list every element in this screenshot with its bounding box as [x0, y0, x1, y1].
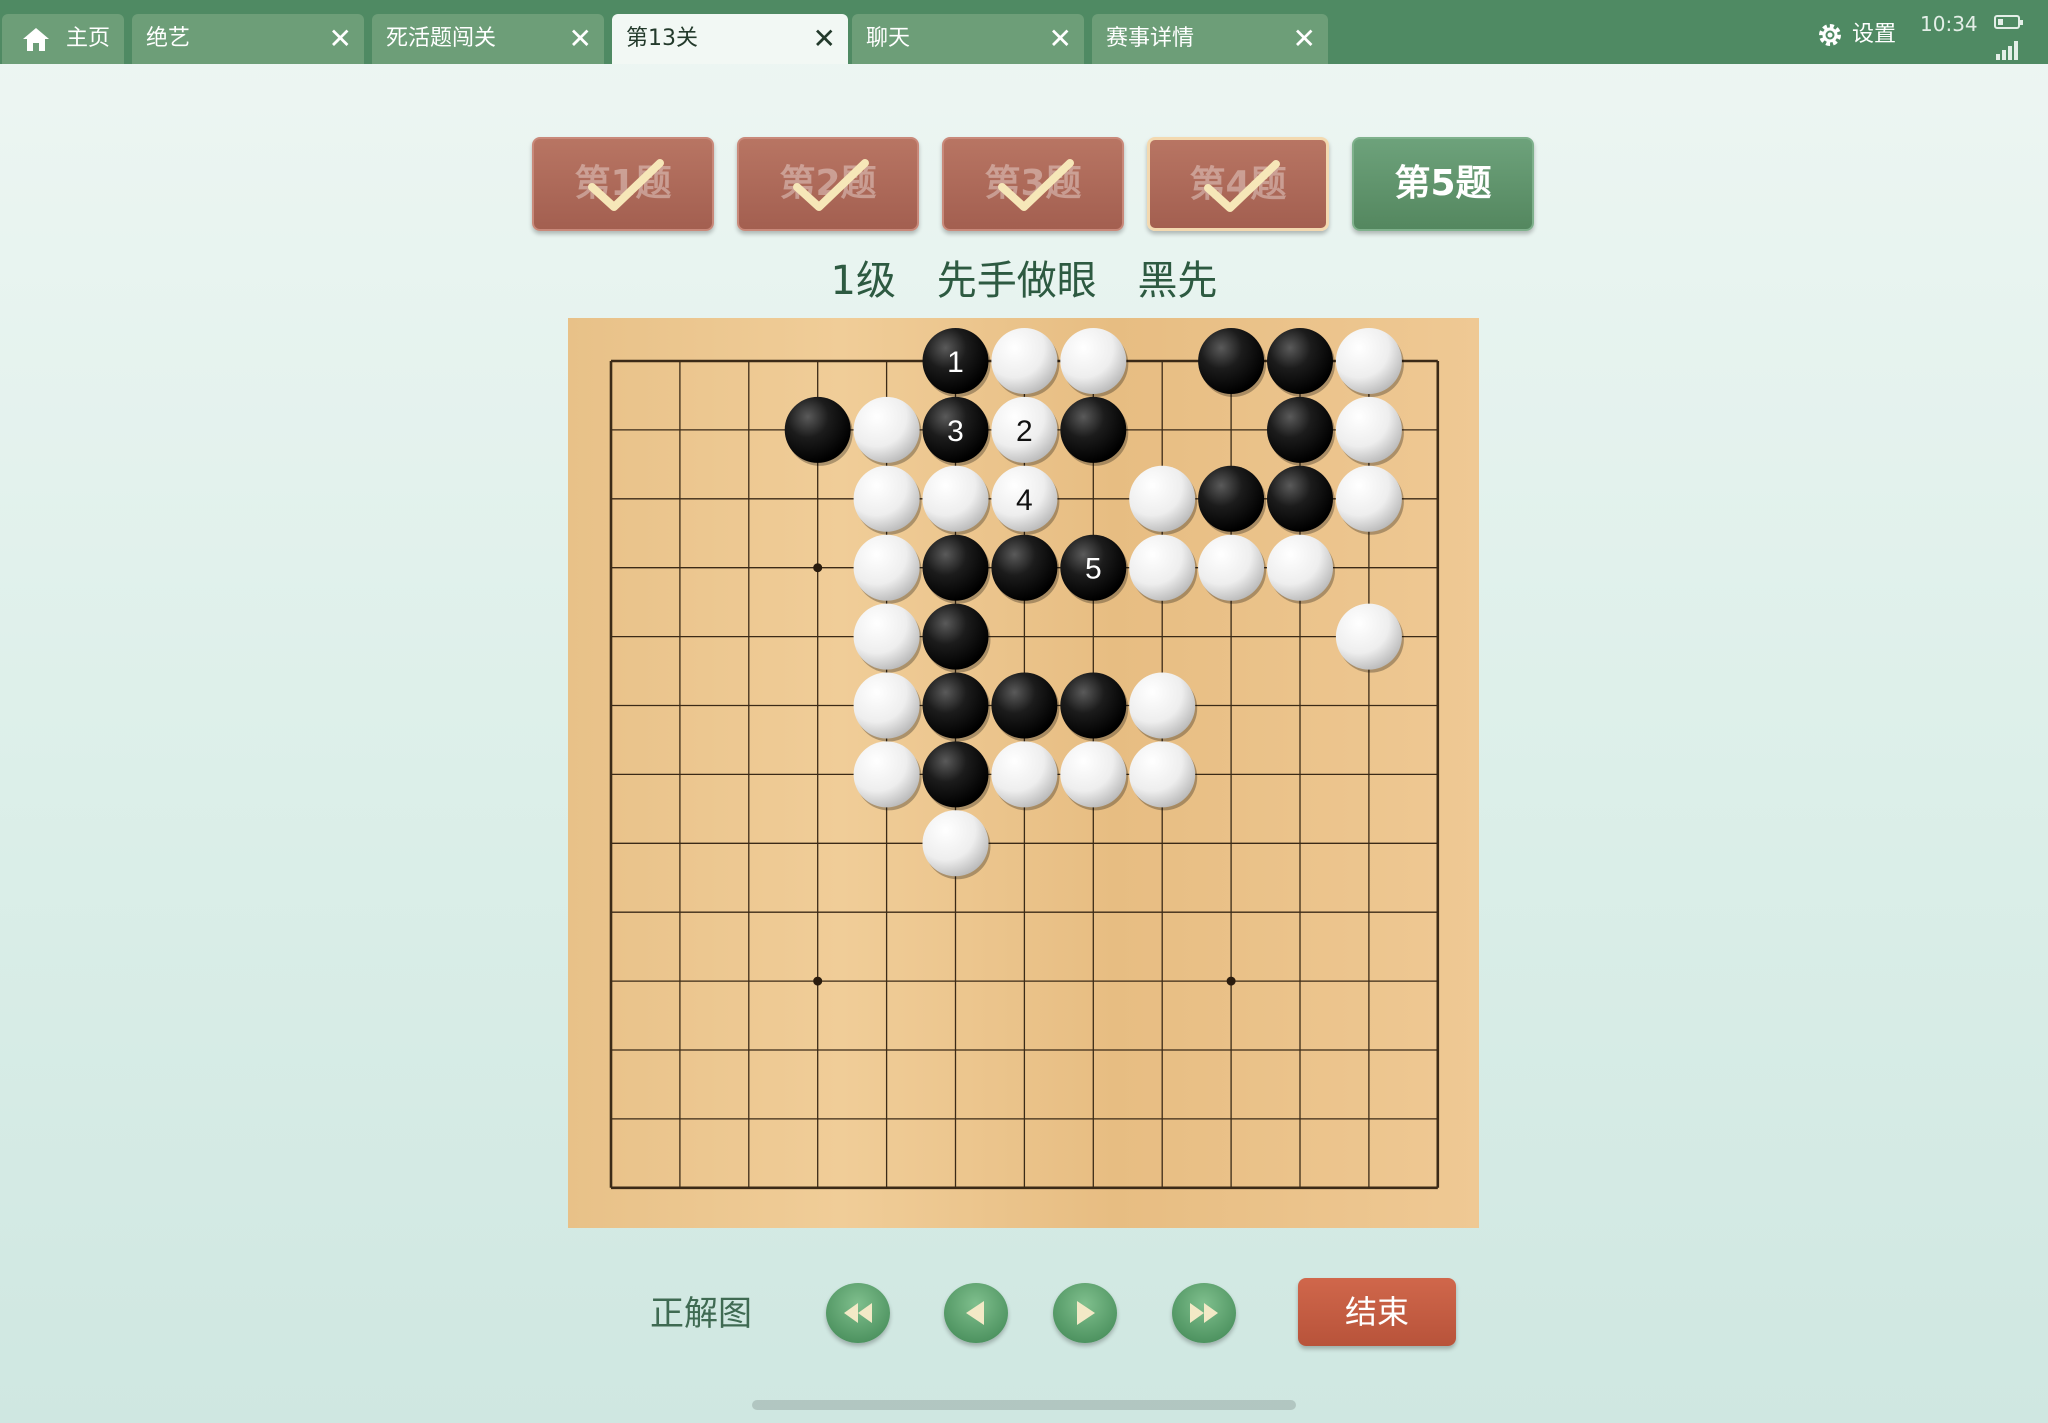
tab-life-death[interactable]: 死活题闯关 ✕	[372, 14, 604, 64]
black-stone[interactable]	[922, 534, 989, 601]
close-icon[interactable]: ✕	[569, 14, 592, 64]
check-icon	[588, 159, 664, 211]
board-canvas[interactable]: 1 2 3 4 5	[568, 318, 1479, 1228]
first-move-icon	[844, 1303, 872, 1323]
problem-1-button[interactable]: 第1题	[532, 137, 714, 231]
tab-home[interactable]: 主页	[2, 14, 124, 64]
problem-theme: 先手做眼	[936, 258, 1097, 304]
tab-label: 聊天	[866, 26, 911, 51]
tab-label: 主页	[66, 26, 111, 51]
close-icon[interactable]: ✕	[813, 14, 836, 64]
move-number: 1	[947, 346, 964, 379]
black-stone[interactable]	[1060, 672, 1127, 739]
signal-icon	[1996, 40, 2022, 60]
white-stone[interactable]	[1335, 328, 1402, 394]
tab-label: 死活题闯关	[386, 26, 497, 51]
white-stone[interactable]	[853, 603, 920, 670]
white-stone[interactable]	[1335, 396, 1402, 463]
star-point	[813, 976, 823, 986]
white-stone[interactable]	[1198, 534, 1265, 601]
move-number: 5	[1085, 553, 1102, 586]
close-icon[interactable]: ✕	[1049, 14, 1072, 64]
black-stone[interactable]	[1198, 465, 1265, 532]
black-stone[interactable]	[991, 672, 1058, 739]
battery-icon	[1994, 15, 2023, 29]
next-move-button[interactable]	[1053, 1283, 1117, 1343]
check-icon	[998, 159, 1074, 211]
problem-5-button[interactable]: 第5题	[1352, 137, 1534, 231]
problem-level: 1级	[830, 258, 896, 304]
white-stone[interactable]	[922, 465, 989, 532]
problem-2-button[interactable]: 第2题	[737, 137, 919, 231]
tab-label: 绝艺	[146, 26, 191, 51]
home-indicator	[752, 1400, 1296, 1410]
black-stone[interactable]	[1060, 396, 1127, 463]
prev-move-icon	[966, 1301, 984, 1325]
star-point	[1226, 976, 1236, 986]
first-move-button[interactable]	[826, 1283, 890, 1343]
white-stone[interactable]	[853, 396, 920, 463]
problem-label: 第5题	[1394, 163, 1492, 204]
white-stone[interactable]	[1129, 465, 1196, 532]
white-stone[interactable]	[853, 534, 920, 601]
answer-diagram-label: 正解图	[650, 1294, 752, 1334]
problem-info: 1级 先手做眼 黑先	[0, 248, 2048, 306]
black-stone[interactable]	[1267, 328, 1333, 394]
problem-3-button[interactable]: 第3题	[942, 137, 1124, 231]
prev-move-button[interactable]	[944, 1283, 1008, 1343]
black-stone[interactable]	[922, 603, 989, 670]
white-stone[interactable]	[1335, 603, 1402, 670]
tab-level-13[interactable]: 第13关 ✕	[612, 14, 848, 64]
tab-jueyi[interactable]: 绝艺 ✕	[132, 14, 364, 64]
black-stone[interactable]	[784, 396, 851, 463]
next-move-icon	[1077, 1301, 1095, 1325]
tab-event-details[interactable]: 赛事详情 ✕	[1092, 14, 1328, 64]
tab-bar: 主页 绝艺 ✕ 死活题闯关 ✕ 第13关 ✕ 聊天 ✕ 赛事详情 ✕ 设置 10…	[0, 0, 2048, 64]
white-stone[interactable]	[922, 810, 989, 877]
check-icon	[793, 159, 869, 211]
white-stone[interactable]	[853, 741, 920, 808]
white-stone[interactable]	[1129, 741, 1196, 808]
tab-chat[interactable]: 聊天 ✕	[852, 14, 1084, 64]
black-stone[interactable]	[922, 741, 989, 808]
white-stone[interactable]	[1129, 534, 1196, 601]
check-icon	[1204, 160, 1280, 212]
black-stone[interactable]	[1267, 465, 1333, 532]
problem-4-button[interactable]: 第4题	[1147, 137, 1329, 231]
white-stone[interactable]	[991, 328, 1058, 394]
star-point	[813, 563, 823, 573]
last-move-button[interactable]	[1172, 1283, 1236, 1343]
black-stone[interactable]	[1267, 396, 1333, 463]
move-number: 4	[1016, 484, 1033, 517]
last-move-icon	[1190, 1303, 1218, 1323]
black-stone[interactable]	[991, 534, 1058, 601]
white-stone[interactable]	[991, 741, 1058, 808]
tab-label: 赛事详情	[1106, 26, 1195, 51]
close-icon[interactable]: ✕	[329, 14, 352, 64]
problem-to-play: 黑先	[1137, 258, 1218, 304]
tab-label: 第13关	[626, 26, 698, 51]
gear-icon	[1819, 24, 1841, 46]
end-button[interactable]: 结束	[1298, 1278, 1456, 1346]
black-stone[interactable]	[1198, 328, 1265, 394]
move-number: 2	[1016, 415, 1033, 448]
white-stone[interactable]	[1060, 328, 1127, 394]
settings-label: 设置	[1852, 22, 1897, 47]
white-stone[interactable]	[1129, 672, 1196, 739]
white-stone[interactable]	[1267, 534, 1333, 601]
move-number: 3	[947, 415, 964, 448]
white-stone[interactable]	[1335, 465, 1402, 532]
go-board[interactable]: 1 2 3 4 5	[568, 318, 1479, 1228]
white-stone[interactable]	[853, 465, 920, 532]
white-stone[interactable]	[853, 672, 920, 739]
close-icon[interactable]: ✕	[1293, 14, 1316, 64]
clock: 10:34	[1920, 12, 1978, 36]
white-stone[interactable]	[1060, 741, 1127, 808]
black-stone[interactable]	[922, 672, 989, 739]
home-icon	[23, 28, 49, 51]
